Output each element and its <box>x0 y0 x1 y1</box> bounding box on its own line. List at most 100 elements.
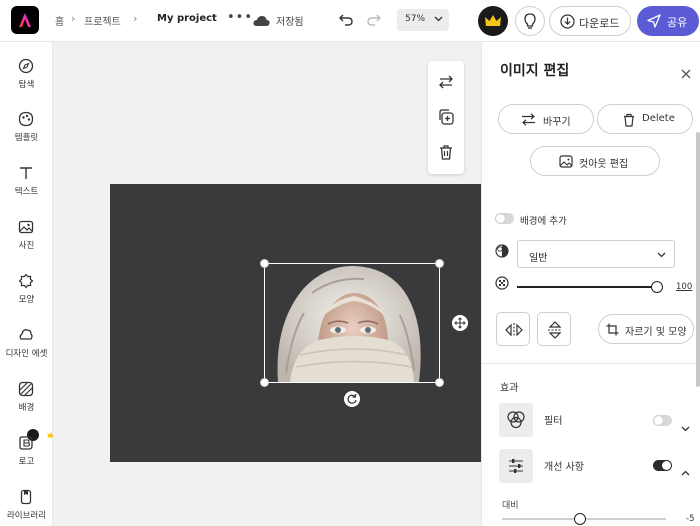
premium-button[interactable] <box>478 6 508 36</box>
chevron-down-icon <box>434 16 443 22</box>
replace-button[interactable]: 바꾸기 <box>498 104 594 134</box>
floating-toolbar <box>428 61 464 174</box>
add-to-background-label: 배경에 추가 <box>520 216 567 227</box>
suggestions-button[interactable] <box>515 6 545 36</box>
more-options-button[interactable]: ••• <box>227 10 253 25</box>
flip-horizontal-button[interactable] <box>496 312 530 346</box>
sidebar-item-label: 디자인 에셋 <box>5 349 48 359</box>
rotate-handle[interactable] <box>344 391 360 407</box>
delete-button[interactable]: Delete <box>597 104 693 134</box>
template-icon <box>18 111 34 127</box>
library-icon <box>20 489 32 505</box>
share-label: 공유 <box>667 16 688 29</box>
background-icon <box>18 381 34 397</box>
top-bar: 홈 › 프로젝트 › My project ••• 저장됨 57% 다운로드 공… <box>0 0 700 42</box>
panel-title: 이미지 편집 <box>500 63 570 79</box>
breadcrumb-projects[interactable]: 프로젝트 <box>84 13 121 28</box>
sidebar-item-label: 텍스트 <box>14 187 39 197</box>
resize-handle-top-right[interactable] <box>435 259 444 268</box>
explore-icon <box>18 58 34 74</box>
flip-horizontal-icon <box>505 323 523 337</box>
delete-label: Delete <box>642 113 675 124</box>
share-button[interactable]: 공유 <box>637 6 699 36</box>
panel-scrollbar[interactable] <box>696 132 700 387</box>
filter-label: 필터 <box>544 416 563 427</box>
resize-handle-bottom-left[interactable] <box>260 378 269 387</box>
sidebar-item-label: 사진 <box>18 241 35 251</box>
close-icon[interactable] <box>681 64 691 83</box>
save-status: 저장됨 <box>276 17 304 28</box>
breadcrumb-separator: › <box>133 12 138 25</box>
chevron-down-icon[interactable] <box>681 417 690 436</box>
send-icon <box>647 14 661 28</box>
resize-handle-top-left[interactable] <box>260 259 269 268</box>
sidebar-item-photos[interactable]: 사진 <box>0 219 53 263</box>
chevron-down-icon <box>657 252 666 258</box>
sidebar-item-templates[interactable]: 템플릿 <box>0 111 53 155</box>
crown-icon <box>485 15 501 26</box>
sidebar-item-shapes[interactable]: 모양 <box>0 273 53 317</box>
filter-icon <box>499 403 533 437</box>
blend-mode-icon <box>495 243 509 262</box>
sidebar-item-library[interactable]: 라이브러리 <box>0 489 53 526</box>
cutout-edit-label: 컷아웃 편집 <box>579 159 629 170</box>
photo-icon <box>18 220 34 234</box>
sidebar-item-label: 로고 <box>18 457 35 467</box>
lightbulb-icon <box>524 13 536 29</box>
blend-mode-select[interactable]: 일반 <box>517 240 675 268</box>
adobe-express-logo[interactable] <box>11 6 39 34</box>
shape-icon <box>18 273 34 289</box>
filter-toggle[interactable] <box>653 415 672 426</box>
project-title[interactable]: My project <box>157 13 217 24</box>
download-label: 다운로드 <box>579 17 620 30</box>
sidebar-item-design-assets[interactable]: 디자인 에셋 <box>0 327 53 371</box>
cloud-icon <box>253 12 270 31</box>
resize-handle-bottom-right[interactable] <box>435 378 444 387</box>
zoom-dropdown[interactable]: 57% <box>397 9 449 31</box>
chevron-up-icon[interactable] <box>681 461 690 480</box>
effects-title: 효과 <box>500 383 519 394</box>
download-button[interactable]: 다운로드 <box>549 6 631 36</box>
move-icon <box>454 317 466 329</box>
breadcrumb-home[interactable]: 홈 <box>55 13 64 28</box>
contrast-slider-knob[interactable] <box>574 513 586 525</box>
image-edit-icon <box>559 155 573 168</box>
image-edit-panel: 이미지 편집 바꾸기 Delete 컷아웃 편집 배경에 추가 일반 100 자… <box>481 42 700 526</box>
sidebar-item-label: 배경 <box>18 403 35 413</box>
blend-mode-value: 일반 <box>529 253 548 264</box>
trash-icon <box>624 113 634 127</box>
left-sidebar: 탐색 템플릿 텍스트 사진 모양 디자인 에셋 배경 로고 라이브러리 <box>0 42 55 526</box>
opacity-slider-knob[interactable] <box>651 281 663 293</box>
adjustments-label: 개선 사항 <box>544 462 584 473</box>
sidebar-item-explore[interactable]: 탐색 <box>0 58 53 102</box>
undo-icon[interactable] <box>338 11 354 31</box>
swap-icon <box>522 113 535 126</box>
sidebar-item-background[interactable]: 배경 <box>0 381 53 425</box>
section-divider <box>482 363 700 364</box>
sidebar-item-logo[interactable]: 로고 <box>0 429 55 479</box>
crop-icon <box>606 323 619 336</box>
sidebar-item-label: 템플릿 <box>14 133 39 143</box>
design-assets-icon <box>19 329 33 340</box>
sidebar-item-label: 라이브러리 <box>6 511 47 521</box>
duplicate-icon[interactable] <box>437 108 455 126</box>
trash-icon[interactable] <box>437 143 455 161</box>
replace-icon[interactable] <box>437 73 455 91</box>
opacity-value[interactable]: 100 <box>676 282 692 292</box>
crop-and-shape-button[interactable]: 자르기 및 모양 <box>598 314 694 344</box>
add-to-background-toggle[interactable] <box>495 213 514 224</box>
opacity-slider-track[interactable] <box>517 286 659 288</box>
redo-icon[interactable] <box>366 11 382 31</box>
download-icon <box>560 14 575 29</box>
text-icon <box>20 167 32 179</box>
flip-vertical-button[interactable] <box>537 312 571 346</box>
breadcrumb-separator: › <box>71 12 76 25</box>
adjustments-icon <box>499 449 533 483</box>
opacity-icon <box>495 275 509 294</box>
selection-frame <box>264 263 440 383</box>
zoom-level: 57% <box>405 14 426 24</box>
move-handle[interactable] <box>452 315 468 331</box>
adjustments-toggle[interactable] <box>653 460 672 471</box>
cutout-edit-button[interactable]: 컷아웃 편집 <box>530 146 660 176</box>
sidebar-item-text[interactable]: 텍스트 <box>0 165 53 209</box>
